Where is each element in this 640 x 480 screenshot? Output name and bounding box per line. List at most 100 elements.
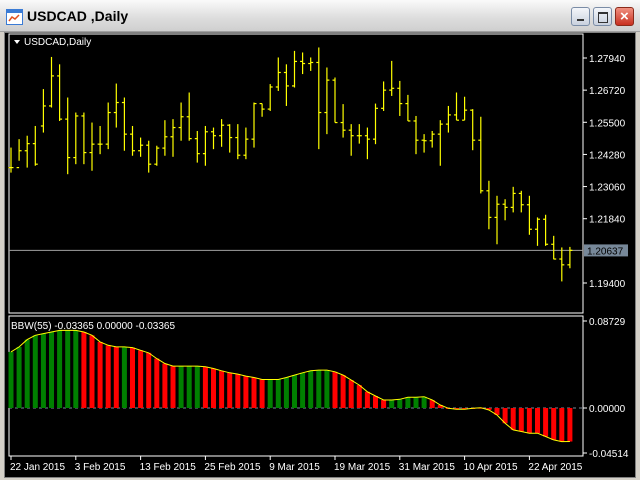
histogram-bar [543,408,549,437]
indicator-scale-label: 0.00000 [589,404,626,415]
ohlc-bar [97,125,103,155]
histogram-bar [170,366,176,408]
maximize-button[interactable] [593,7,612,26]
ohlc-bar [332,77,338,124]
ohlc-bar [211,127,216,150]
ohlc-bar [113,83,119,128]
histogram-bar [348,380,354,408]
histogram-bar [73,330,79,408]
window-titlebar[interactable]: USDCAD ,Daily × [0,0,640,32]
price-label: 1.19400 [589,279,626,290]
indicator-scale-label: 0.08729 [589,317,626,328]
histogram-bar [65,330,71,408]
histogram-bar [518,408,524,432]
ohlc-bar [543,214,549,246]
histogram-bar [308,370,314,408]
ohlc-bar [373,103,378,145]
chart-area[interactable]: USDCAD,Daily 1.27940 1.26720 1.25500 1.2428… [4,32,636,478]
histogram-bar [146,352,152,408]
price-bars [8,47,583,282]
histogram-bar [300,372,306,408]
histogram-bar [373,396,378,408]
price-label: 1.27940 [589,54,626,65]
histogram-bar [32,335,38,408]
bbw-signal-line [10,329,570,443]
histogram-bar [364,391,370,408]
maximize-icon [598,12,608,23]
dropdown-arrow-icon[interactable] [14,40,20,44]
ohlc-bar [243,127,249,160]
ohlc-bar [551,235,557,260]
ohlc-bar [324,67,330,135]
ohlc-bar [65,97,71,175]
time-label: 19 Mar 2015 [334,462,391,473]
histogram-bar [510,408,516,430]
ohlc-bar [445,105,451,133]
ohlc-bar [251,102,257,148]
ohlc-bar [259,102,265,117]
histogram-bar [251,377,257,408]
histogram-bar [178,366,184,408]
ohlc-bar [300,52,306,75]
price-label: 1.23060 [589,183,626,194]
ohlc-bar [316,47,322,150]
price-label: 1.21840 [589,215,626,226]
time-label: 3 Feb 2015 [75,462,126,473]
ohlc-bar [202,125,208,166]
histogram-bar [283,377,289,408]
ohlc-bar [89,122,95,171]
histogram-bar [243,376,249,408]
indicator-label: BBW(55) -0.03365 0.00000 -0.03365 [11,321,175,332]
ohlc-bar [429,130,435,148]
ohlc-bar [494,195,500,245]
histogram-bar [275,379,281,408]
price-axis: 1.27940 1.26720 1.25500 1.24280 1.23060 1.218… [583,54,628,290]
chart-window-icon [6,9,23,25]
ohlc-bar [397,80,403,116]
histogram-bar [413,397,419,408]
histogram-bar [194,366,200,408]
histogram-bar [130,347,135,408]
minimize-button[interactable] [571,7,590,26]
histogram-bar [154,358,160,408]
ohlc-bar [502,199,508,221]
ohlc-bar [559,247,565,282]
ohlc-bar [130,125,135,156]
histogram-bar [421,396,427,408]
window-title: USDCAD ,Daily [27,8,129,24]
ohlc-bar [81,112,87,165]
histogram-bar [332,371,338,408]
time-label: 22 Apr 2015 [528,462,582,473]
ohlc-bar [178,102,184,141]
indicator-axis: 0.08729 0.00000 -0.04514 [583,317,629,460]
histogram-bar [81,331,87,408]
time-label: 31 Mar 2015 [399,462,456,473]
ohlc-bar [267,84,273,111]
ohlc-bar [170,119,176,157]
time-label: 13 Feb 2015 [140,462,197,473]
time-label: 9 Mar 2015 [269,462,320,473]
ohlc-bar [275,57,281,91]
histogram-bar [397,399,403,408]
indicator-scale-label: -0.04514 [589,449,629,460]
histogram-bar [381,400,387,408]
ohlc-bar [389,60,395,96]
ohlc-bar [24,135,30,168]
histogram-bar [316,370,322,408]
chart-canvas[interactable]: USDCAD,Daily 1.27940 1.26720 1.25500 1.2428… [5,33,635,477]
ohlc-bar [364,127,370,160]
close-button[interactable]: × [615,7,634,26]
main-panel-border [8,33,584,314]
ohlc-bar [340,104,346,138]
ohlc-bar [154,145,160,166]
ohlc-bar [105,102,111,150]
histogram-bar [97,341,103,408]
histogram-bar [267,379,273,408]
histogram-bar [40,333,46,408]
histogram-bar [356,385,362,408]
histogram-bar [324,370,330,408]
ohlc-bar [486,180,492,230]
ohlc-bar [219,119,225,147]
time-label: 22 Jan 2015 [10,462,65,473]
ohlc-bar [510,186,516,213]
